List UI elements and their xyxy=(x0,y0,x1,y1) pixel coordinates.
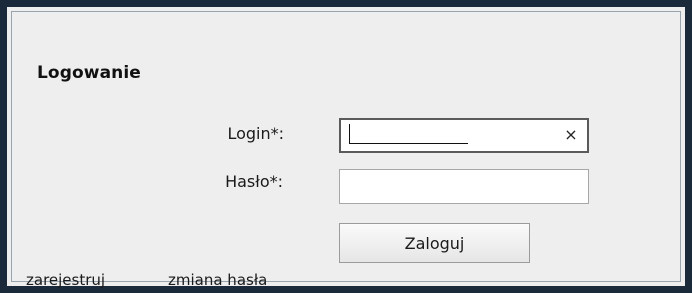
close-icon[interactable]: × xyxy=(562,125,580,145)
login-label: Login*: xyxy=(227,124,284,143)
login-button[interactable]: Zaloguj xyxy=(339,223,530,263)
login-panel: Logowanie Login*: × Hasło*: Zaloguj zare… xyxy=(0,0,692,293)
password-label: Hasło*: xyxy=(225,172,283,191)
caret-underline xyxy=(349,143,468,144)
text-caret xyxy=(349,124,350,144)
login-input[interactable] xyxy=(339,118,589,153)
password-input[interactable] xyxy=(339,169,589,204)
change-password-link[interactable]: zmiana hasła xyxy=(168,271,267,289)
register-link[interactable]: zarejestruj xyxy=(26,271,105,289)
login-title: Logowanie xyxy=(37,63,141,83)
